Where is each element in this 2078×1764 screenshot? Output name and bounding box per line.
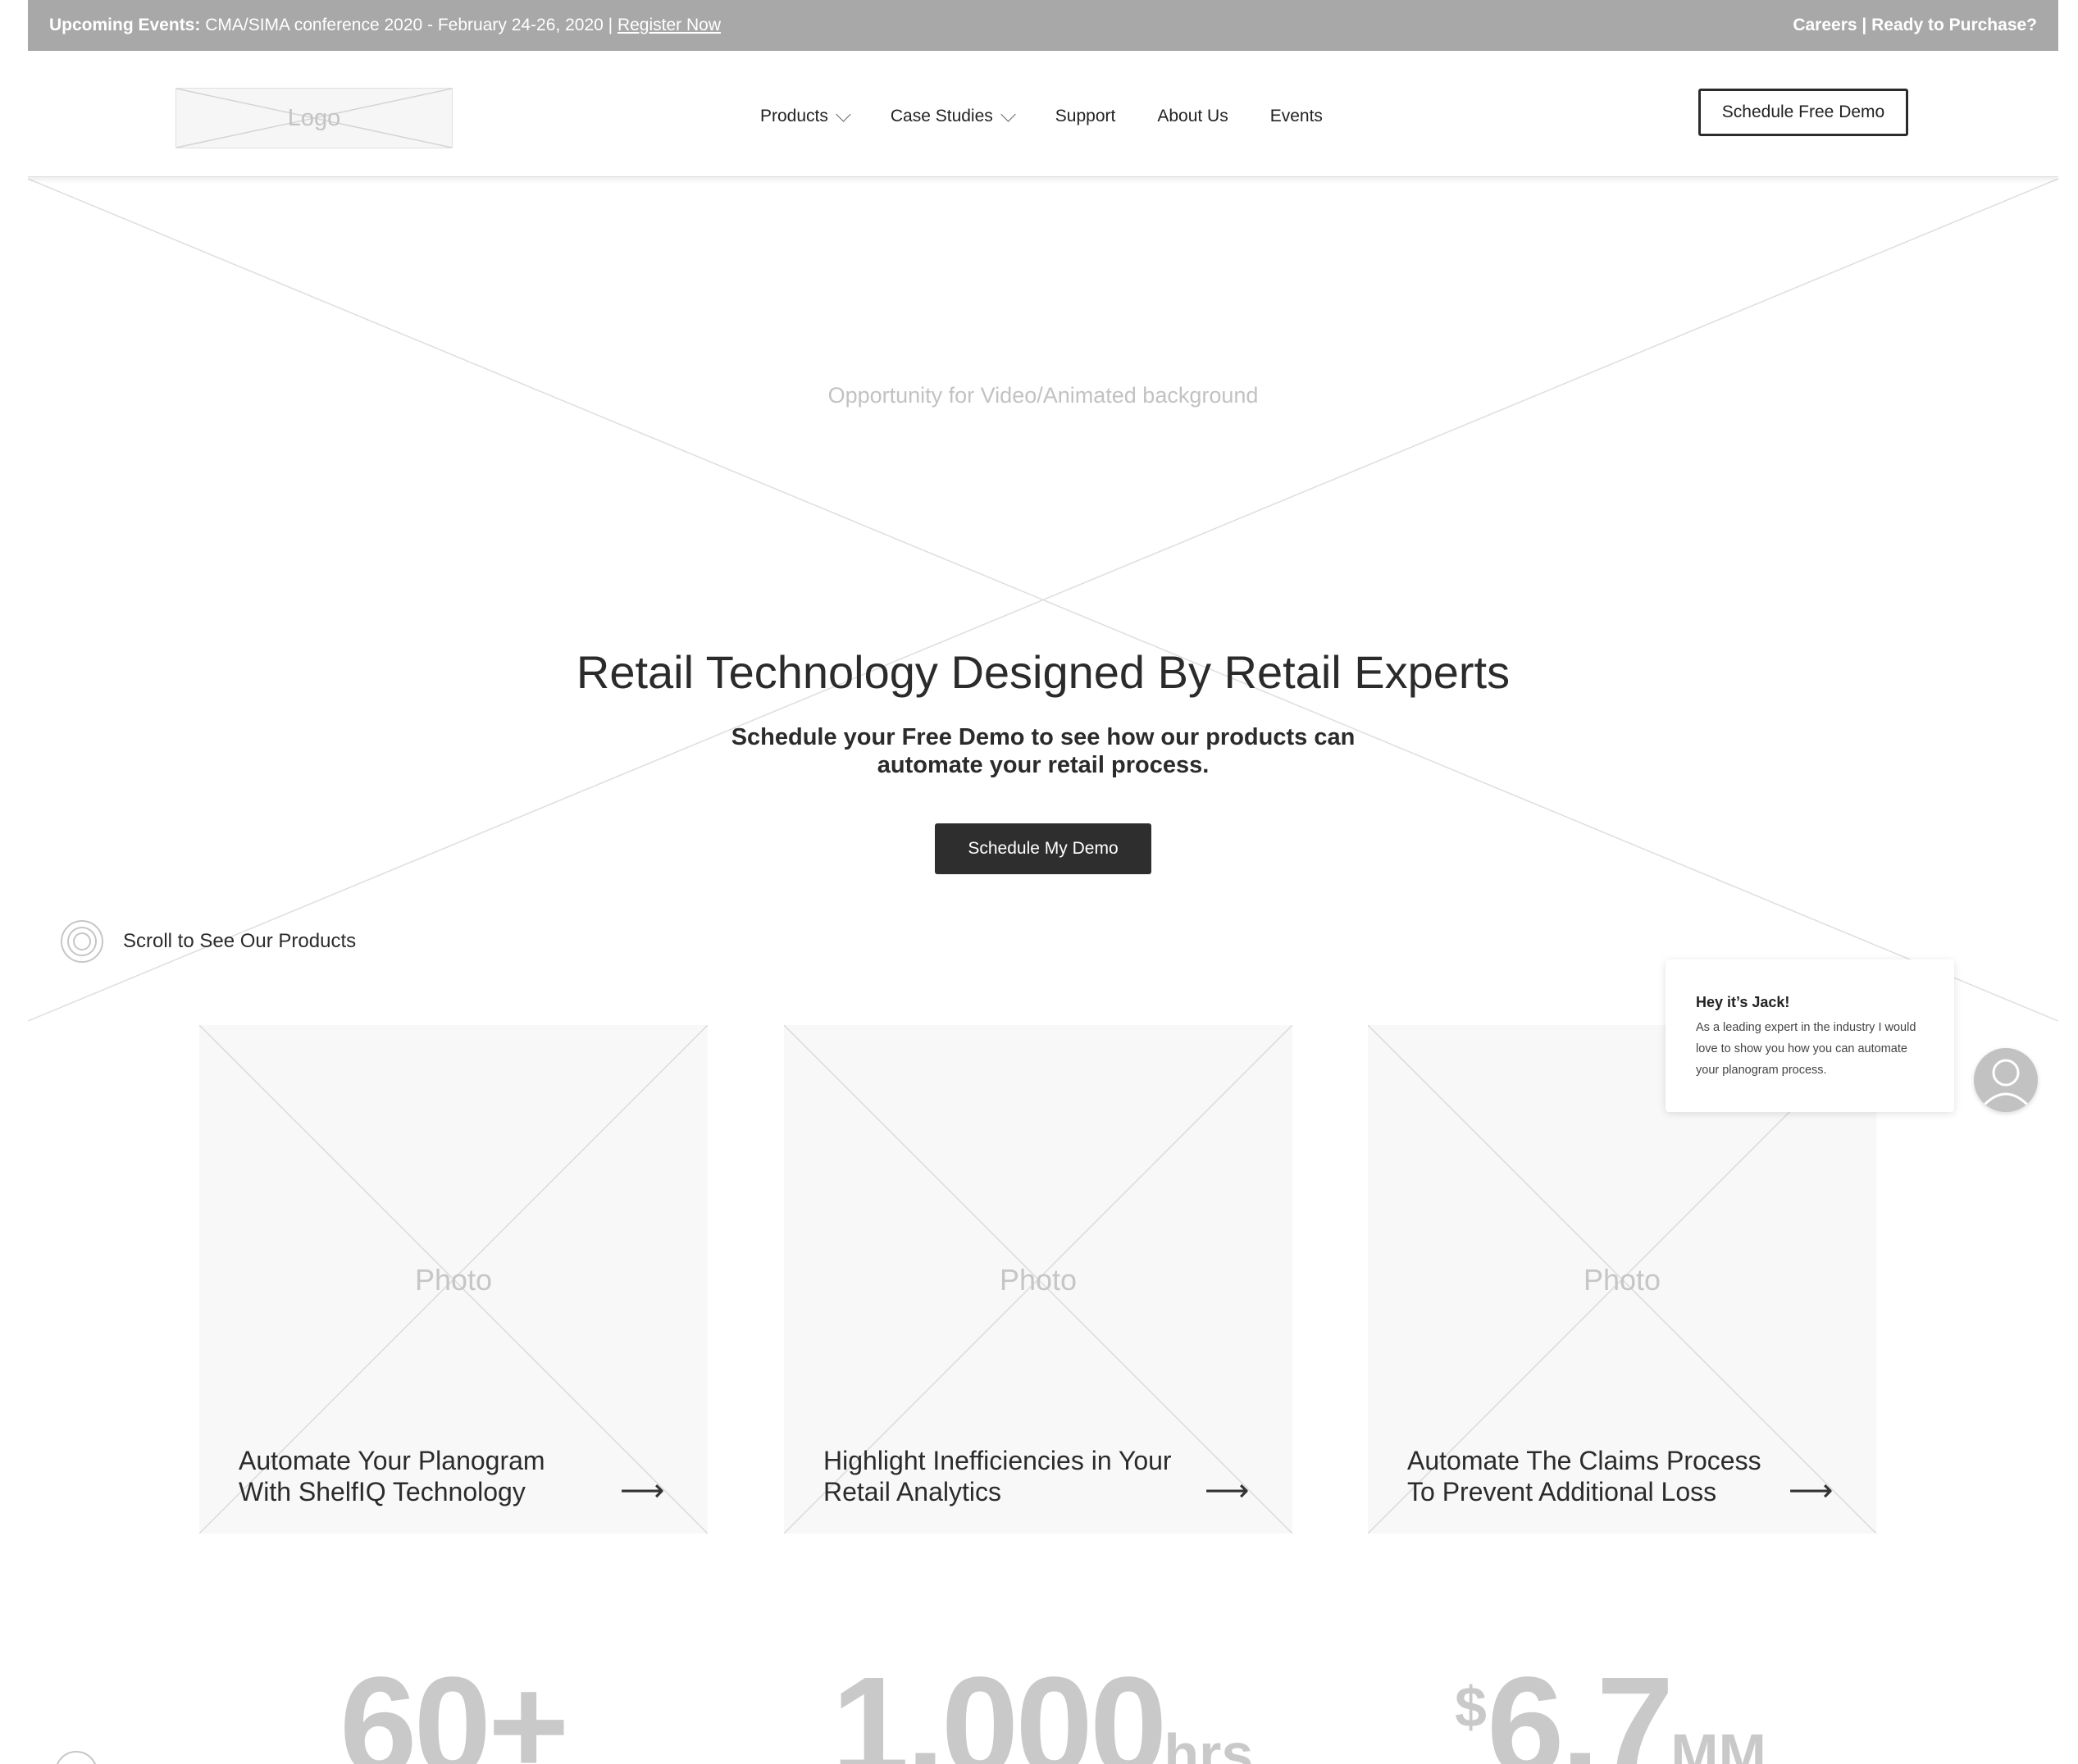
card-caption: Automate The Claims Process To Prevent A… [1407, 1446, 1761, 1506]
photo-label: Photo [999, 1263, 1078, 1297]
product-card-analytics[interactable]: Photo Highlight Inefficiencies in Your R… [784, 1025, 1292, 1534]
nav-about-us[interactable]: About Us [1157, 107, 1228, 126]
chat-bubble[interactable]: Hey it’s Jack! As a leading expert in th… [1666, 959, 1954, 1112]
stat-value: 60+ [339, 1648, 569, 1764]
stat-savings: $6.7MM [1455, 1657, 1766, 1764]
stat-value: 6.7 [1486, 1648, 1674, 1764]
schedule-free-demo-button[interactable]: Schedule Free Demo [1698, 89, 1908, 136]
stat-value: 1,000 [832, 1648, 1167, 1764]
scroll-indicator[interactable]: Scroll to See Our Products [61, 920, 356, 963]
logo[interactable]: Logo [175, 88, 453, 148]
register-now-link[interactable]: Register Now [617, 16, 721, 34]
stat-prefix: $ [1455, 1675, 1487, 1739]
video-background-note: Opportunity for Video/Animated backgroun… [827, 383, 1259, 408]
card-caption: Automate Your Planogram With ShelfIQ Tec… [239, 1446, 545, 1506]
logo-text: Logo [287, 105, 341, 131]
chat-body: As a leading expert in the industry I wo… [1696, 1021, 1916, 1077]
upcoming-events: Upcoming Events: CMA/SIMA conference 202… [49, 16, 721, 35]
hero-subtitle: Schedule your Free Demo to see how our p… [731, 724, 1356, 778]
scroll-rings-icon [61, 920, 103, 963]
announcement-bar: Upcoming Events: CMA/SIMA conference 202… [28, 0, 2058, 51]
site-header: Logo Products Case Studies Support About… [28, 51, 2058, 177]
chevron-down-icon [836, 106, 851, 122]
nav-events[interactable]: Events [1270, 107, 1323, 126]
avatar[interactable] [1974, 1048, 2038, 1112]
nav-products-label: Products [760, 107, 828, 125]
hero-placeholder-cross [28, 178, 2058, 1021]
careers-purchase-links[interactable]: Careers | Ready to Purchase? [1793, 16, 2037, 35]
hero-section: Opportunity for Video/Animated backgroun… [28, 176, 2058, 1021]
events-text: CMA/SIMA conference 2020 - February 24-2… [205, 16, 613, 34]
main-nav: Products Case Studies Support About Us E… [760, 106, 1365, 126]
stat-suffix: MM [1670, 1722, 1766, 1764]
nav-products[interactable]: Products [760, 106, 851, 126]
page: Upcoming Events: CMA/SIMA conference 202… [28, 0, 2058, 1764]
user-icon [1980, 1059, 2031, 1109]
nav-support[interactable]: Support [1055, 107, 1116, 126]
arrow-right-icon[interactable]: ⟶ [1789, 1472, 1833, 1509]
product-card-planogram[interactable]: Photo Automate Your Planogram With Shelf… [199, 1025, 708, 1534]
hero-title: Retail Technology Designed By Retail Exp… [576, 646, 1511, 698]
photo-label: Photo [414, 1263, 493, 1297]
chevron-down-icon [1000, 106, 1016, 122]
scroll-ring-icon [55, 1751, 98, 1764]
photo-label: Photo [1583, 1263, 1661, 1297]
schedule-my-demo-button[interactable]: Schedule My Demo [935, 823, 1151, 874]
arrow-right-icon[interactable]: ⟶ [1205, 1472, 1249, 1509]
chat-title: Hey it’s Jack! [1696, 994, 1790, 1010]
card-caption: Highlight Inefficiencies in Your Retail … [823, 1446, 1172, 1506]
stat-suffix: hrs [1164, 1722, 1254, 1764]
nav-case-studies-label: Case Studies [890, 107, 993, 125]
scroll-text: Scroll to See Our Products [123, 930, 357, 952]
stat-locations: 60+ [339, 1657, 569, 1764]
nav-case-studies[interactable]: Case Studies [890, 106, 1016, 126]
arrow-right-icon[interactable]: ⟶ [620, 1472, 664, 1509]
events-label: Upcoming Events: [49, 16, 201, 34]
stat-hours: 1,000hrs [832, 1657, 1253, 1764]
